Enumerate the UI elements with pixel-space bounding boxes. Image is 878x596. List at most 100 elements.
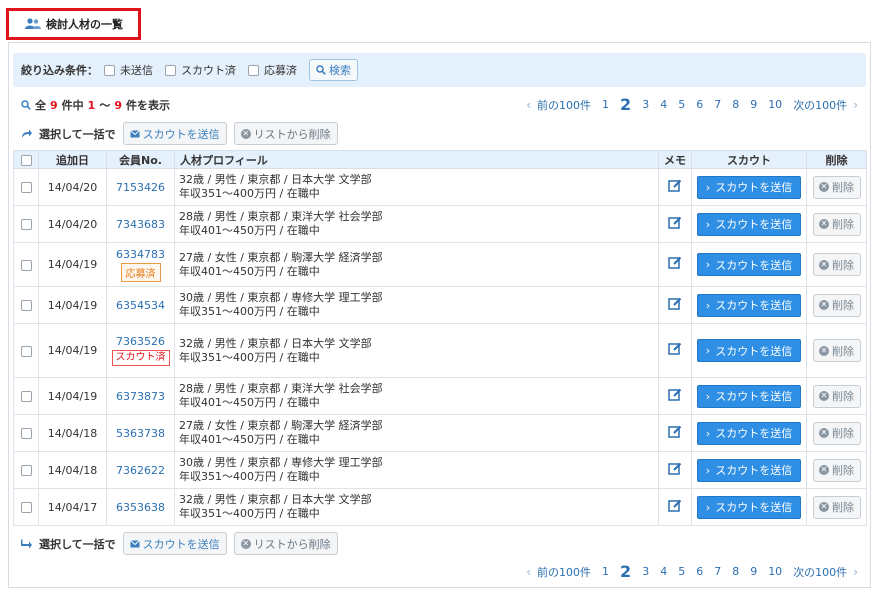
delete-button[interactable]: ✕ 削除 (812, 495, 861, 519)
row-checkbox[interactable] (20, 345, 32, 357)
send-scout-button[interactable]: › スカウトを送信 (697, 253, 801, 276)
next-page-link[interactable]: 次の100件 (793, 97, 847, 113)
search-button[interactable]: 検索 (309, 59, 358, 81)
edit-memo-icon[interactable] (668, 499, 682, 513)
page-link[interactable]: 1 (602, 565, 609, 578)
send-scout-label: スカウトを送信 (715, 181, 793, 194)
edit-memo-icon[interactable] (668, 425, 682, 439)
send-scout-button[interactable]: › スカウトを送信 (697, 421, 801, 445)
member-number-link[interactable]: 6353638 (116, 501, 165, 514)
prev-page-link[interactable]: 前の100件 (537, 564, 591, 580)
bulk-scout-button[interactable]: スカウトを送信 (122, 532, 227, 555)
page-link[interactable]: 6 (696, 565, 703, 578)
page-link[interactable]: 7 (714, 565, 721, 578)
prev-page-link[interactable]: 前の100件 (537, 97, 591, 113)
page-link[interactable]: 5 (678, 98, 685, 111)
chevron-right-icon: › (705, 426, 711, 440)
page-link[interactable]: 5 (678, 565, 685, 578)
send-scout-button[interactable]: › スカウトを送信 (697, 339, 801, 362)
page-link[interactable]: 9 (750, 98, 757, 111)
page-link[interactable]: 8 (732, 565, 739, 578)
member-cell: 6334783 応募済 (106, 242, 175, 287)
row-checkbox[interactable] (20, 502, 32, 513)
page-link[interactable]: 3 (642, 98, 649, 111)
next-page-link[interactable]: 次の100件 (793, 564, 847, 580)
filter-option-applied[interactable]: 応募済 (248, 62, 297, 78)
delete-button[interactable]: ✕ 削除 (812, 384, 861, 408)
member-number-link[interactable]: 7343683 (116, 218, 165, 231)
send-scout-label: スカウトを送信 (715, 344, 793, 358)
filter-option-unsent[interactable]: 未送信 (104, 62, 153, 78)
row-checkbox[interactable] (20, 391, 32, 402)
member-number-link[interactable]: 5363738 (116, 427, 165, 440)
send-scout-button[interactable]: › スカウトを送信 (697, 175, 801, 199)
delete-button[interactable]: ✕ 削除 (812, 458, 861, 482)
delete-button[interactable]: ✕ 削除 (812, 212, 861, 236)
page-link[interactable]: 8 (732, 98, 739, 111)
tab-candidate-list[interactable]: 検討人材の一覧 (6, 8, 141, 40)
edit-memo-icon[interactable] (668, 216, 682, 230)
delete-button[interactable]: ✕ 削除 (812, 421, 861, 445)
edit-memo-icon[interactable] (668, 297, 682, 311)
bulk-remove-button[interactable]: ✕ リストから削除 (233, 532, 338, 555)
edit-memo-icon[interactable] (668, 388, 682, 402)
member-number-link[interactable]: 7363526 (116, 335, 165, 348)
delete-cell: ✕ 削除 (806, 414, 867, 452)
page-link[interactable]: 6 (696, 98, 703, 111)
edit-memo-icon[interactable] (668, 342, 682, 356)
page-link[interactable]: 10 (768, 565, 782, 578)
delete-button[interactable]: ✕ 削除 (812, 339, 861, 362)
unsent-checkbox[interactable] (104, 64, 115, 76)
added-date: 14/04/19 (38, 323, 107, 378)
envelope-icon (129, 129, 140, 137)
bulk-remove-button[interactable]: ✕ リストから削除 (233, 122, 338, 145)
row-checkbox[interactable] (20, 182, 32, 193)
bulk-label: 選択して一括で (39, 537, 116, 551)
page-link[interactable]: 3 (642, 565, 649, 578)
chevron-right-icon: › (705, 180, 711, 194)
select-all-checkbox[interactable] (20, 154, 32, 166)
filter-option-label: 未送信 (120, 64, 153, 77)
send-scout-button[interactable]: › スカウトを送信 (697, 384, 801, 408)
row-checkbox[interactable] (20, 219, 32, 230)
bulk-remove-label: リストから削除 (253, 127, 331, 141)
applied-checkbox[interactable] (248, 64, 259, 76)
profile-line-1: 30歳 / 男性 / 東京都 / 専修大学 理工学部 (179, 456, 383, 469)
remove-circle-icon: ✕ (240, 128, 251, 139)
remove-circle-icon: ✕ (819, 502, 829, 512)
bulk-scout-button[interactable]: スカウトを送信 (122, 122, 227, 145)
page-link[interactable]: 10 (768, 98, 782, 111)
member-number-link[interactable]: 6354534 (116, 299, 165, 312)
row-select-cell (13, 323, 39, 378)
scout-cell: › スカウトを送信 (691, 488, 807, 526)
member-number-link[interactable]: 6334783 (116, 248, 165, 261)
page-link[interactable]: 9 (750, 565, 757, 578)
summary-from: 1 (87, 98, 96, 112)
page-link[interactable]: 7 (714, 98, 721, 111)
filter-option-scouted[interactable]: スカウト済 (165, 62, 236, 78)
send-scout-button[interactable]: › スカウトを送信 (697, 293, 801, 317)
row-checkbox[interactable] (20, 300, 32, 311)
send-scout-button[interactable]: › スカウトを送信 (697, 495, 801, 519)
delete-button[interactable]: ✕ 削除 (812, 293, 861, 317)
member-number-link[interactable]: 6373873 (116, 390, 165, 403)
page-link[interactable]: 4 (660, 565, 667, 578)
summary-suffix: 件を表示 (125, 99, 170, 112)
member-number-link[interactable]: 7362622 (116, 464, 165, 477)
edit-memo-icon[interactable] (668, 462, 682, 476)
row-checkbox[interactable] (20, 259, 32, 271)
page-link[interactable]: 4 (660, 98, 667, 111)
delete-button[interactable]: ✕ 削除 (812, 253, 861, 276)
added-date: 14/04/20 (38, 205, 107, 243)
edit-memo-icon[interactable] (668, 256, 682, 270)
profile-line-1: 28歳 / 男性 / 東京都 / 東洋大学 社会学部 (179, 382, 383, 395)
send-scout-button[interactable]: › スカウトを送信 (697, 212, 801, 236)
row-checkbox[interactable] (20, 465, 32, 476)
edit-memo-icon[interactable] (668, 179, 682, 193)
scouted-checkbox[interactable] (165, 64, 176, 76)
page-link[interactable]: 1 (602, 98, 609, 111)
delete-button[interactable]: ✕ 削除 (812, 175, 861, 199)
row-checkbox[interactable] (20, 428, 32, 439)
send-scout-button[interactable]: › スカウトを送信 (697, 458, 801, 482)
member-number-link[interactable]: 7153426 (116, 181, 165, 194)
